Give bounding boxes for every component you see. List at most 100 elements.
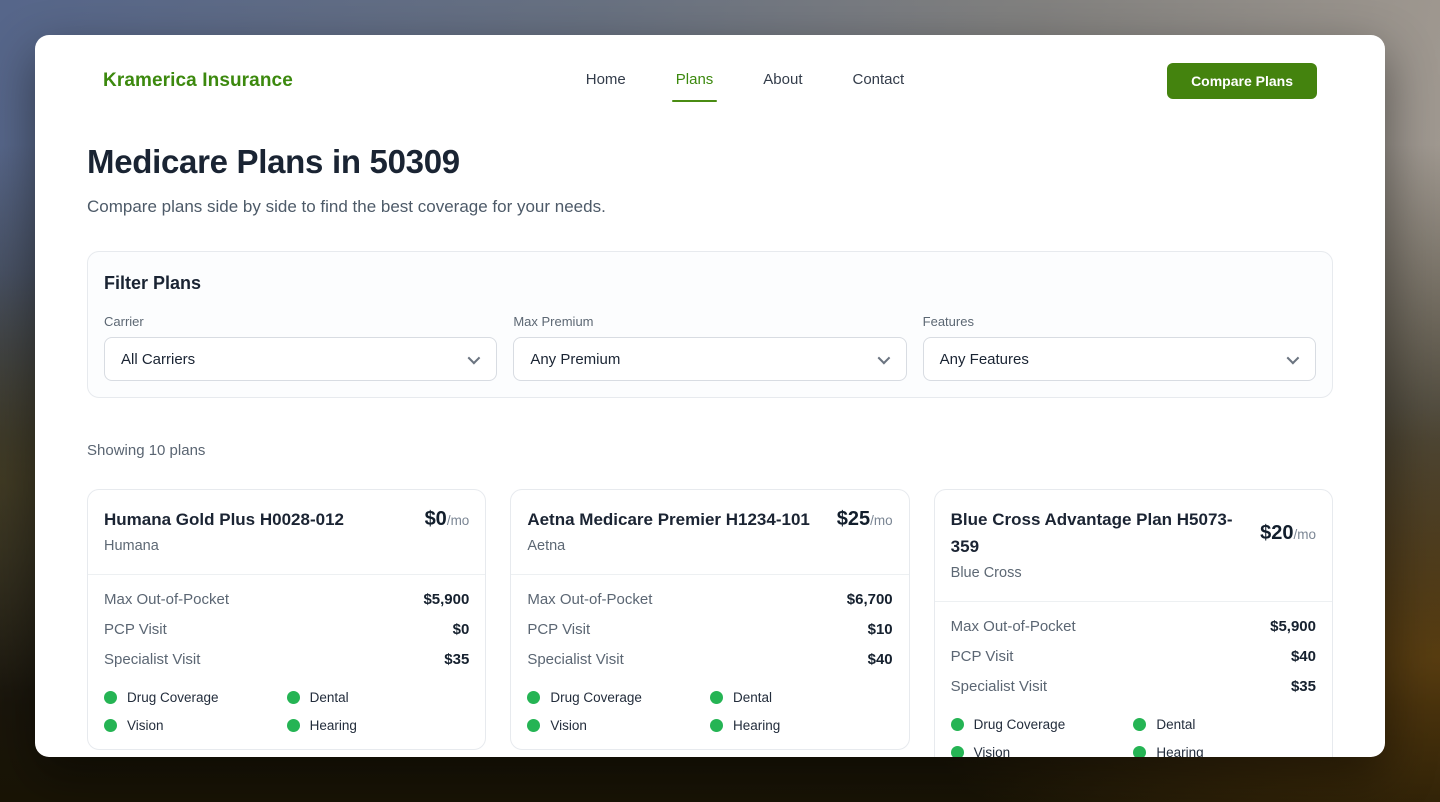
feature-dot-icon	[710, 719, 723, 732]
feature-item: Vision	[104, 718, 287, 733]
max-premium-select[interactable]: Any Premium	[513, 337, 906, 381]
feature-item: Dental	[1133, 717, 1316, 732]
filter-field-carrier: Carrier All Carriers	[104, 314, 497, 381]
feature-item: Hearing	[287, 718, 470, 733]
feature-item: Drug Coverage	[104, 690, 287, 705]
price-amount: $25	[837, 508, 870, 530]
stat-value: $0	[453, 621, 470, 638]
plan-name: Aetna Medicare Premier H1234-101	[527, 506, 826, 533]
page-title: Medicare Plans in 50309	[87, 143, 1333, 181]
nav-link-contact[interactable]: Contact	[853, 71, 905, 92]
stat-row: Max Out-of-Pocket $6,700	[527, 591, 892, 608]
feature-dot-icon	[1133, 718, 1146, 731]
plan-card-header: Blue Cross Advantage Plan H5073-359 $20/…	[935, 490, 1332, 601]
features-select-value: Any Features	[940, 351, 1029, 368]
carrier-select[interactable]: All Carriers	[104, 337, 497, 381]
stat-row: Specialist Visit $35	[104, 651, 469, 668]
feature-dot-icon	[104, 691, 117, 704]
plan-card-body: Max Out-of-Pocket $6,700 PCP Visit $10 S…	[511, 574, 908, 749]
feature-dot-icon	[710, 691, 723, 704]
stat-value: $35	[444, 651, 469, 668]
feature-item: Drug Coverage	[527, 690, 710, 705]
plan-card: Blue Cross Advantage Plan H5073-359 $20/…	[934, 489, 1333, 757]
plan-price: $25/mo	[837, 508, 893, 531]
filter-field-features: Features Any Features	[923, 314, 1316, 381]
plan-carrier: Blue Cross	[951, 565, 1316, 581]
stat-row: Specialist Visit $40	[527, 651, 892, 668]
stat-row: Specialist Visit $35	[951, 678, 1316, 695]
max-premium-label: Max Premium	[513, 314, 906, 329]
nav-link-home[interactable]: Home	[586, 71, 626, 92]
price-period: /mo	[870, 513, 893, 528]
price-amount: $0	[425, 508, 447, 530]
price-period: /mo	[447, 513, 470, 528]
feature-label: Dental	[310, 690, 349, 705]
stat-label: PCP Visit	[104, 621, 167, 638]
plan-name: Blue Cross Advantage Plan H5073-359	[951, 506, 1250, 560]
feature-dot-icon	[951, 718, 964, 731]
page-content: Medicare Plans in 50309 Compare plans si…	[35, 143, 1385, 757]
feature-label: Dental	[733, 690, 772, 705]
brand-logo: Kramerica Insurance	[103, 70, 293, 92]
stat-value: $40	[868, 651, 893, 668]
plan-carrier: Aetna	[527, 538, 892, 554]
stat-label: PCP Visit	[951, 648, 1014, 665]
feature-dot-icon	[104, 719, 117, 732]
plan-name: Humana Gold Plus H0028-012	[104, 506, 415, 533]
feature-label: Vision	[127, 718, 164, 733]
feature-dot-icon	[527, 691, 540, 704]
plan-card-header: Aetna Medicare Premier H1234-101 $25/mo …	[511, 490, 908, 574]
stat-row: PCP Visit $0	[104, 621, 469, 638]
stat-row: Max Out-of-Pocket $5,900	[951, 618, 1316, 635]
price-period: /mo	[1293, 527, 1316, 542]
nav-link-plans[interactable]: Plans	[676, 71, 714, 92]
feature-item: Hearing	[1133, 745, 1316, 757]
feature-dot-icon	[287, 691, 300, 704]
plan-features: Drug Coverage Dental Vision Hearing	[104, 690, 469, 733]
main-content-sheet: Kramerica Insurance Home Plans About Con…	[35, 35, 1385, 757]
stat-label: Specialist Visit	[104, 651, 200, 668]
main-nav: Home Plans About Contact	[556, 71, 904, 92]
chevron-down-icon	[1287, 351, 1300, 364]
stat-label: PCP Visit	[527, 621, 590, 638]
feature-item: Hearing	[710, 718, 893, 733]
feature-label: Drug Coverage	[974, 717, 1066, 732]
plan-cards-grid: Humana Gold Plus H0028-012 $0/mo Humana …	[87, 489, 1333, 757]
page-subtitle: Compare plans side by side to find the b…	[87, 197, 1333, 217]
stat-value: $10	[868, 621, 893, 638]
plan-features: Drug Coverage Dental Vision Hearing	[527, 690, 892, 733]
feature-label: Hearing	[733, 718, 780, 733]
plan-card: Aetna Medicare Premier H1234-101 $25/mo …	[510, 489, 909, 750]
stat-row: PCP Visit $40	[951, 648, 1316, 665]
stat-value: $6,700	[847, 591, 893, 608]
stat-label: Specialist Visit	[527, 651, 623, 668]
plan-features: Drug Coverage Dental Vision Hearing	[951, 717, 1316, 757]
stat-label: Max Out-of-Pocket	[951, 618, 1076, 635]
feature-item: Dental	[287, 690, 470, 705]
plan-carrier: Humana	[104, 538, 469, 554]
stat-label: Specialist Visit	[951, 678, 1047, 695]
feature-label: Hearing	[1156, 745, 1203, 757]
plan-price: $0/mo	[425, 508, 470, 531]
features-select[interactable]: Any Features	[923, 337, 1316, 381]
feature-label: Dental	[1156, 717, 1195, 732]
feature-label: Vision	[974, 745, 1011, 757]
plan-price: $20/mo	[1260, 522, 1316, 545]
feature-label: Vision	[550, 718, 587, 733]
feature-item: Dental	[710, 690, 893, 705]
plan-card-body: Max Out-of-Pocket $5,900 PCP Visit $0 Sp…	[88, 574, 485, 749]
carrier-select-value: All Carriers	[121, 351, 195, 368]
plan-card: Humana Gold Plus H0028-012 $0/mo Humana …	[87, 489, 486, 750]
feature-label: Drug Coverage	[127, 690, 219, 705]
stat-value: $40	[1291, 648, 1316, 665]
feature-item: Vision	[951, 745, 1134, 757]
compare-plans-button[interactable]: Compare Plans	[1167, 63, 1317, 99]
filter-grid: Carrier All Carriers Max Premium Any Pre…	[104, 314, 1316, 381]
chevron-down-icon	[468, 351, 481, 364]
stat-label: Max Out-of-Pocket	[104, 591, 229, 608]
features-label: Features	[923, 314, 1316, 329]
stat-value: $5,900	[423, 591, 469, 608]
stat-label: Max Out-of-Pocket	[527, 591, 652, 608]
nav-link-about[interactable]: About	[763, 71, 802, 92]
stat-row: Max Out-of-Pocket $5,900	[104, 591, 469, 608]
